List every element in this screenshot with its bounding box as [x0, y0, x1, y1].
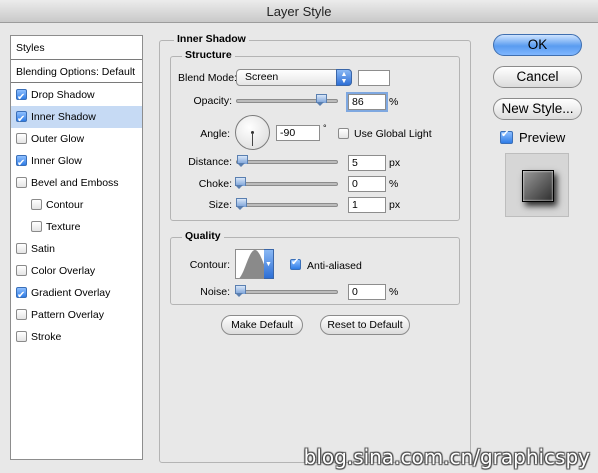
bevel-emboss-checkbox[interactable] — [16, 177, 27, 188]
styles-item-contour[interactable]: Contour — [11, 194, 142, 216]
satin-checkbox[interactable] — [16, 243, 27, 254]
choke-label: Choke: — [198, 178, 232, 190]
styles-item-bevel-emboss[interactable]: Bevel and Emboss — [11, 172, 142, 194]
styles-item-stroke[interactable]: Stroke — [11, 326, 142, 348]
outer-glow-checkbox[interactable] — [16, 133, 27, 144]
preview-square — [522, 170, 554, 202]
satin-label: Satin — [31, 243, 55, 255]
styles-item-drop-shadow[interactable]: Drop Shadow — [11, 84, 142, 109]
size-field[interactable]: 1 — [348, 197, 386, 213]
bevel-emboss-label: Bevel and Emboss — [31, 177, 119, 189]
new-style-button[interactable]: New Style... — [493, 98, 582, 120]
color-overlay-checkbox[interactable] — [16, 265, 27, 276]
styles-item-inner-glow[interactable]: Inner Glow — [11, 150, 142, 175]
stroke-label: Stroke — [31, 331, 62, 343]
inner-glow-label: Inner Glow — [31, 155, 82, 167]
structure-title: Structure — [182, 49, 235, 61]
contour-label: Contour: — [189, 259, 230, 271]
inner-shadow-title: Inner Shadow — [174, 33, 249, 45]
outer-glow-label: Outer Glow — [31, 133, 85, 145]
contour-checkbox[interactable] — [31, 199, 42, 210]
preview-label: Preview — [519, 130, 566, 145]
angle-field[interactable]: -90 — [276, 125, 320, 141]
blending-options-item[interactable]: Blending Options: Default — [11, 61, 142, 83]
contour-dropdown-arrow-icon[interactable]: ▼ — [264, 249, 274, 279]
noise-unit: % — [389, 286, 399, 298]
angle-label: Angle: — [200, 128, 230, 140]
styles-item-inner-shadow[interactable]: Inner Shadow — [11, 106, 142, 131]
opacity-label: Opacity: — [193, 95, 232, 107]
ok-button[interactable]: OK — [493, 34, 582, 56]
distance-slider[interactable] — [236, 155, 338, 167]
use-global-light-label: Use Global Light — [354, 128, 432, 140]
styles-header-label: Styles — [16, 42, 45, 54]
distance-unit: px — [389, 157, 401, 169]
styles-header[interactable]: Styles — [11, 36, 142, 60]
drop-shadow-label: Drop Shadow — [31, 89, 95, 101]
gradient-overlay-checkbox[interactable] — [16, 285, 27, 307]
reset-to-default-button[interactable]: Reset to Default — [320, 315, 410, 335]
pattern-overlay-checkbox[interactable] — [16, 309, 27, 320]
use-global-light-checkbox[interactable] — [338, 128, 349, 139]
size-slider[interactable] — [236, 198, 338, 210]
size-unit: px — [389, 199, 401, 211]
color-overlay-label: Color Overlay — [31, 265, 96, 277]
blend-mode-label: Blend Mode: — [178, 72, 237, 84]
choke-slider-thumb[interactable] — [235, 177, 246, 189]
texture-label: Texture — [46, 221, 81, 233]
styles-item-texture[interactable]: Texture — [11, 216, 142, 238]
size-label: Size: — [208, 199, 232, 211]
noise-field[interactable]: 0 — [348, 284, 386, 300]
stroke-checkbox[interactable] — [16, 331, 27, 342]
noise-slider[interactable] — [235, 285, 338, 297]
distance-slider-thumb[interactable] — [237, 155, 248, 167]
styles-item-outer-glow[interactable]: Outer Glow — [11, 128, 142, 150]
choke-slider[interactable] — [235, 177, 338, 189]
blend-mode-select[interactable]: Screen ▲ ▼ — [236, 69, 352, 86]
blend-mode-value: Screen — [245, 71, 279, 83]
window-title: Layer Style — [0, 0, 598, 23]
cancel-button[interactable]: Cancel — [493, 66, 582, 88]
angle-dial[interactable] — [235, 115, 270, 150]
noise-label: Noise: — [200, 286, 230, 298]
texture-checkbox[interactable] — [31, 221, 42, 232]
distance-field[interactable]: 5 — [348, 155, 386, 171]
quality-title: Quality — [182, 230, 224, 242]
styles-item-gradient-overlay[interactable]: Gradient Overlay — [11, 282, 142, 307]
preview-checkbox[interactable] — [500, 129, 513, 144]
noise-slider-thumb[interactable] — [235, 285, 246, 297]
inner-shadow-checkbox[interactable] — [16, 109, 27, 131]
angle-unit: ° — [323, 123, 327, 133]
anti-aliased-checkbox[interactable] — [290, 257, 301, 270]
size-slider-thumb[interactable] — [236, 198, 247, 210]
contour-label: Contour — [46, 199, 84, 211]
styles-item-satin[interactable]: Satin — [11, 238, 142, 260]
choke-field[interactable]: 0 — [348, 176, 386, 192]
distance-label: Distance: — [188, 156, 232, 168]
inner-shadow-label: Inner Shadow — [31, 111, 96, 123]
blend-color-swatch[interactable] — [358, 70, 390, 86]
gradient-overlay-label: Gradient Overlay — [31, 287, 111, 299]
pattern-overlay-label: Pattern Overlay — [31, 309, 104, 321]
watermark-text: blog.sina.com.cn/graphicspy — [303, 445, 590, 469]
drop-shadow-checkbox[interactable] — [16, 87, 27, 109]
opacity-unit: % — [389, 96, 399, 108]
select-arrows-icon: ▲ ▼ — [336, 69, 352, 86]
inner-glow-checkbox[interactable] — [16, 153, 27, 175]
anti-aliased-label: Anti-aliased — [307, 260, 362, 272]
make-default-button[interactable]: Make Default — [221, 315, 303, 335]
blending-options-label: Blending Options: Default — [16, 66, 136, 78]
dial-center-icon — [251, 131, 254, 134]
opacity-slider[interactable] — [236, 94, 338, 106]
styles-item-color-overlay[interactable]: Color Overlay — [11, 260, 142, 282]
opacity-slider-thumb[interactable] — [316, 94, 327, 106]
style-preview-thumbnail — [505, 153, 569, 217]
styles-list: Styles Blending Options: Default Drop Sh… — [10, 35, 143, 460]
opacity-field[interactable]: 86 — [348, 94, 386, 110]
styles-item-pattern-overlay[interactable]: Pattern Overlay — [11, 304, 142, 326]
choke-unit: % — [389, 178, 399, 190]
